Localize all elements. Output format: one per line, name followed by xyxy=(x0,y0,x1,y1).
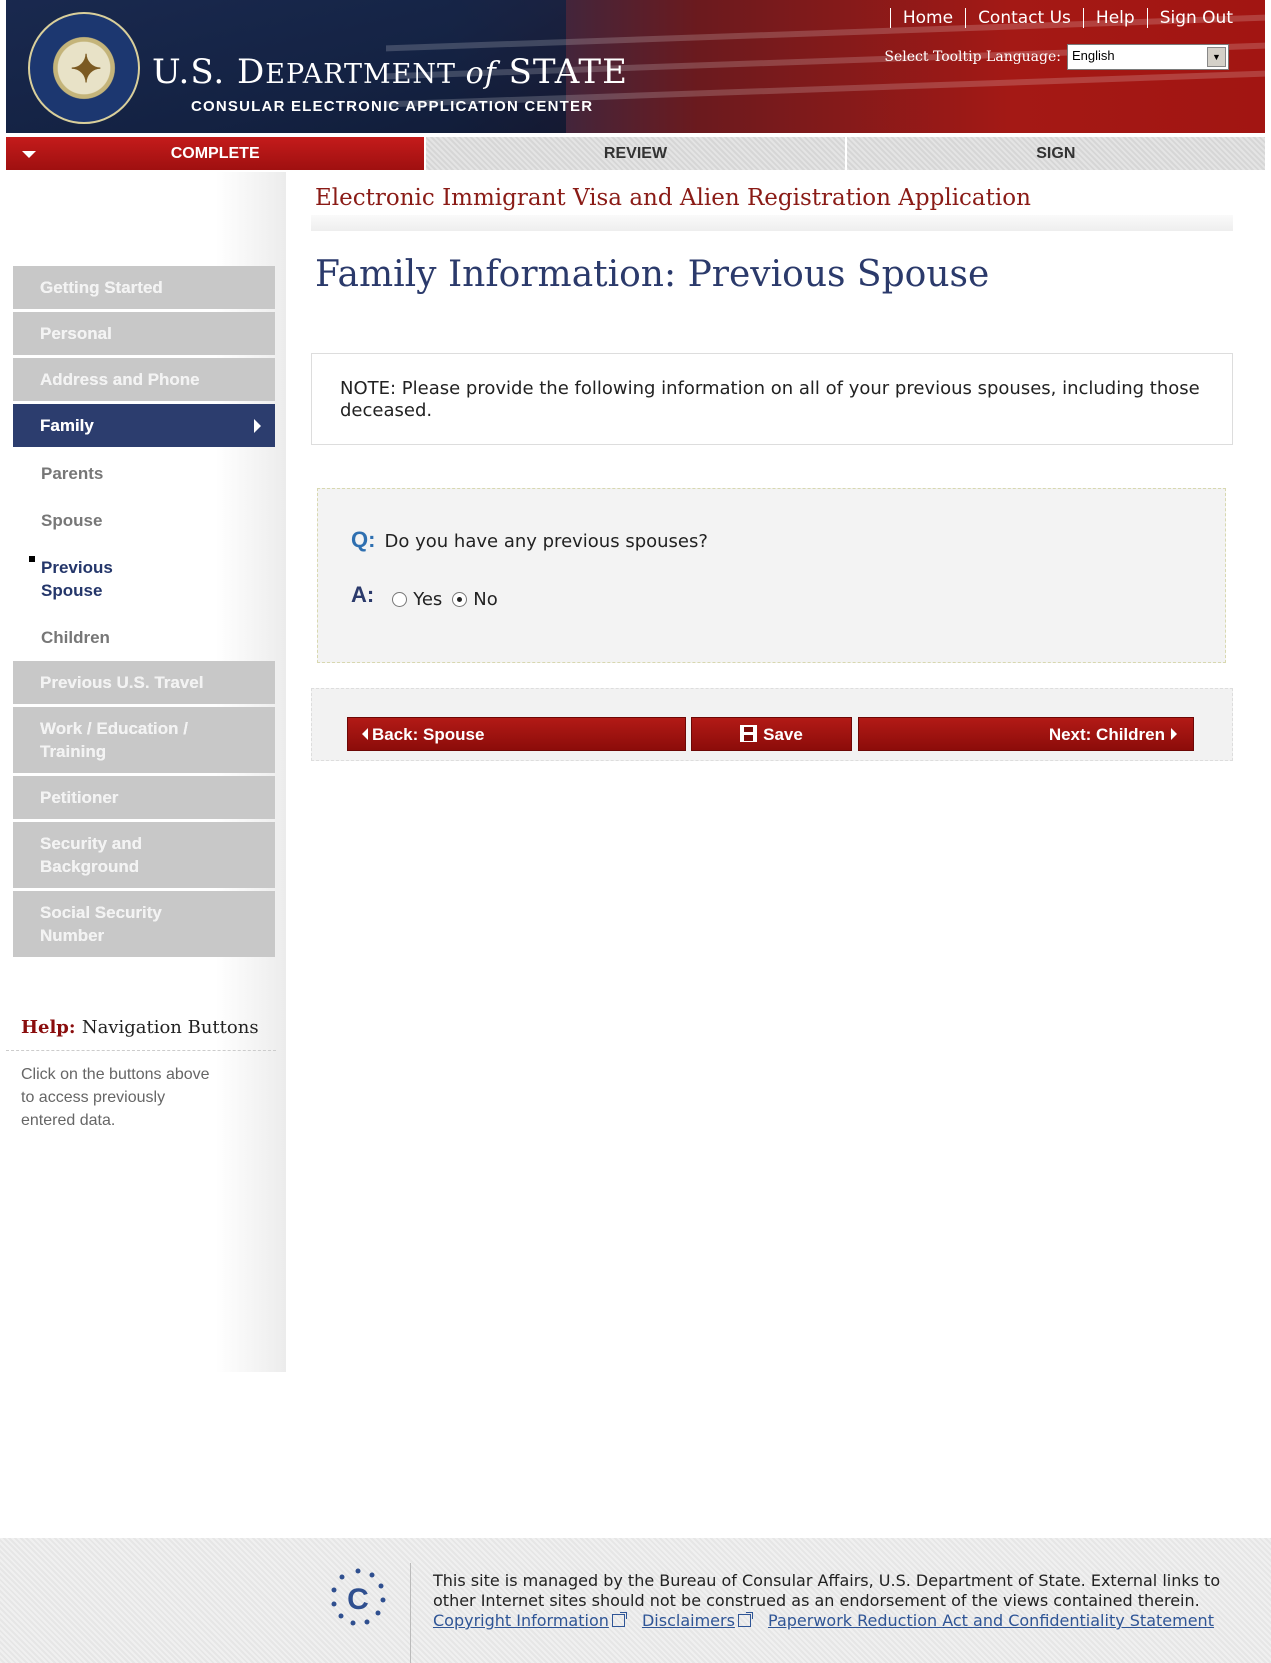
radio-no[interactable]: No xyxy=(452,589,498,610)
footer-text-block: This site is managed by the Bureau of Co… xyxy=(433,1571,1233,1631)
help-title: Help: Navigation Buttons xyxy=(6,1005,276,1051)
tooltip-language-label: Select Tooltip Language: xyxy=(884,49,1061,65)
sidebar-item-work-education-training[interactable]: Work / Education / Training xyxy=(13,707,275,773)
help-link[interactable]: Help xyxy=(1082,8,1147,28)
top-links: Home Contact Us Help Sign Out xyxy=(889,8,1245,28)
arrow-right-icon xyxy=(1171,728,1177,740)
application-title: Electronic Immigrant Visa and Alien Regi… xyxy=(315,185,1031,211)
caret-down-icon xyxy=(22,151,36,158)
department-name: U.S. DEPARTMENT of STATE xyxy=(152,52,628,92)
sidebar-subitem-previous-spouse[interactable]: Previous Spouse xyxy=(13,544,153,614)
sidebar-item-personal[interactable]: Personal xyxy=(13,312,275,355)
answer-line: A: Yes No xyxy=(351,579,508,611)
sidebar-subitem-parents[interactable]: Parents xyxy=(13,450,275,497)
sidebar-subitem-children[interactable]: Children xyxy=(13,614,275,661)
tooltip-language-value: English xyxy=(1072,48,1115,63)
sidebar-item-petitioner[interactable]: Petitioner xyxy=(13,776,275,819)
sidebar-nav: Getting Started Personal Address and Pho… xyxy=(13,266,275,960)
eagle-icon: ✦ xyxy=(70,46,102,91)
sign-out-link[interactable]: Sign Out xyxy=(1146,8,1245,28)
chevron-down-icon[interactable]: ▼ xyxy=(1207,47,1226,67)
footer-links: Copyright Information Disclaimers Paperw… xyxy=(433,1611,1233,1631)
page-title: Family Information: Previous Spouse xyxy=(315,254,990,295)
paperwork-reduction-link[interactable]: Paperwork Reduction Act and Confidential… xyxy=(768,1611,1214,1630)
disclaimers-link[interactable]: Disclaimers xyxy=(642,1611,753,1630)
footer-divider xyxy=(410,1563,411,1663)
external-link-icon xyxy=(611,1612,627,1627)
sidebar-item-security-and-background[interactable]: Security and Background xyxy=(13,822,275,888)
help-text: Click on the buttons above to access pre… xyxy=(21,1066,210,1129)
note-box: NOTE: Please provide the following infor… xyxy=(311,353,1233,445)
contact-us-link[interactable]: Contact Us xyxy=(965,8,1083,28)
question-box: Q: Do you have any previous spouses? A: … xyxy=(317,488,1226,663)
sidebar-item-getting-started[interactable]: Getting Started xyxy=(13,266,275,309)
question-text: Do you have any previous spouses? xyxy=(384,531,708,552)
sidebar-item-address-and-phone[interactable]: Address and Phone xyxy=(13,358,275,401)
site-header: ✦ U.S. DEPARTMENT of STATE CONSULAR ELEC… xyxy=(6,0,1265,133)
footer-disclaimer: This site is managed by the Bureau of Co… xyxy=(433,1571,1221,1610)
sidebar-subitem-spouse[interactable]: Spouse xyxy=(13,497,275,544)
note-text: NOTE: Please provide the following infor… xyxy=(340,378,1200,421)
progress-steps: COMPLETE REVIEW SIGN xyxy=(6,137,1265,170)
sidebar-item-family[interactable]: Family xyxy=(13,404,275,447)
tab-review[interactable]: REVIEW xyxy=(426,137,847,170)
department-subtitle: CONSULAR ELECTRONIC APPLICATION CENTER xyxy=(191,98,594,115)
tooltip-language-select[interactable]: English ▼ xyxy=(1067,44,1229,70)
navigation-button-bar: Back: Spouse Save Next: Children xyxy=(311,688,1233,761)
next-button[interactable]: Next: Children xyxy=(858,717,1194,751)
question-prefix: Q: xyxy=(351,527,376,552)
current-page-bullet-icon xyxy=(29,556,35,562)
back-button[interactable]: Back: Spouse xyxy=(347,717,686,751)
tooltip-language: Select Tooltip Language: English ▼ xyxy=(884,44,1229,70)
sidebar-item-social-security-number[interactable]: Social Security Number xyxy=(13,891,275,957)
arrow-right-icon xyxy=(254,419,261,433)
floppy-disk-icon xyxy=(740,725,758,742)
save-button[interactable]: Save xyxy=(691,717,852,751)
help-heading: Navigation Buttons xyxy=(81,1017,259,1038)
svg-text:C: C xyxy=(347,1583,369,1616)
radio-no-button[interactable] xyxy=(452,592,468,607)
external-link-icon xyxy=(737,1612,753,1627)
site-footer: C This site is managed by the Bureau of … xyxy=(0,1538,1271,1663)
help-label: Help: xyxy=(21,1017,76,1038)
tab-complete[interactable]: COMPLETE xyxy=(6,137,427,170)
radio-yes-button[interactable] xyxy=(392,592,408,607)
copyright-link[interactable]: Copyright Information xyxy=(433,1611,627,1630)
consular-affairs-logo-icon: C xyxy=(331,1568,386,1626)
help-panel: Help: Navigation Buttons Click on the bu… xyxy=(6,1005,276,1144)
department-seal-logo: ✦ xyxy=(28,12,140,124)
arrow-left-icon xyxy=(362,728,368,740)
title-divider xyxy=(311,215,1233,231)
radio-yes[interactable]: Yes xyxy=(392,589,442,610)
tab-sign[interactable]: SIGN xyxy=(846,137,1265,170)
question-line: Q: Do you have any previous spouses? xyxy=(351,527,708,553)
answer-prefix: A: xyxy=(351,581,375,607)
home-link[interactable]: Home xyxy=(889,8,966,28)
sidebar-item-previous-us-travel[interactable]: Previous U.S. Travel xyxy=(13,661,275,704)
